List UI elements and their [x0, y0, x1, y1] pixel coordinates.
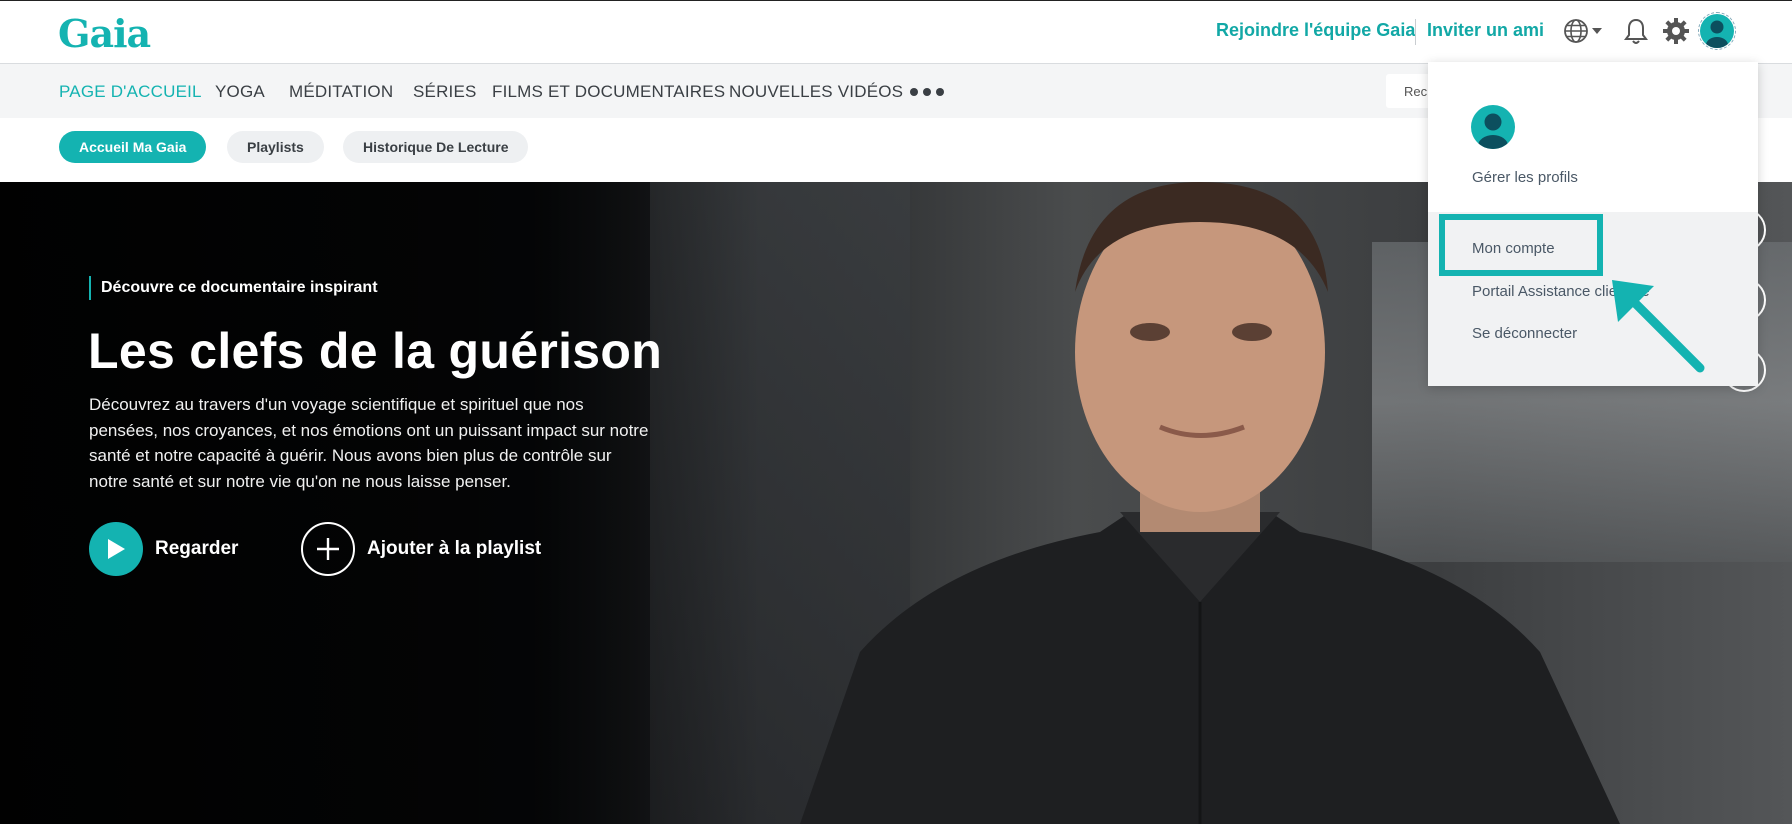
highlight-box [1439, 214, 1603, 276]
caret-down-icon[interactable] [1590, 15, 1604, 47]
nav-item-series[interactable]: SÉRIES [413, 82, 477, 102]
add-to-playlist-button[interactable]: Ajouter à la playlist [301, 522, 541, 576]
gaia-logo[interactable]: Gaia [58, 11, 151, 56]
plus-icon[interactable] [301, 522, 355, 576]
watch-label[interactable]: Regarder [155, 538, 238, 560]
pill-watch-history[interactable]: Historique De Lecture [343, 131, 529, 163]
hero-title: Les clefs de la guérison [88, 323, 663, 379]
header-divider [1415, 19, 1416, 45]
nav-item-meditation[interactable]: MÉDITATION [289, 82, 393, 102]
nav-item-home[interactable]: PAGE D'ACCUEIL [59, 82, 202, 102]
menu-item-logout[interactable]: Se déconnecter [1472, 325, 1577, 342]
hero-description: Découvrez au travers d'un voyage scienti… [89, 395, 649, 491]
nav-item-films[interactable]: FILMS ET DOCUMENTAIRES [492, 82, 725, 102]
more-icon[interactable] [910, 80, 944, 96]
nav-item-new-videos[interactable]: NOUVELLES VIDÉOS [729, 82, 903, 102]
nav-item-yoga[interactable]: YOGA [215, 82, 265, 102]
hero-eyebrow: Découvre ce documentaire inspirant [89, 276, 378, 300]
bell-icon[interactable] [1620, 15, 1652, 47]
pill-playlists[interactable]: Playlists [227, 131, 324, 163]
watch-button[interactable]: Regarder [89, 522, 238, 576]
play-icon[interactable] [89, 522, 143, 576]
pill-my-gaia[interactable]: Accueil Ma Gaia [59, 131, 207, 163]
avatar-icon[interactable] [1698, 12, 1736, 50]
add-to-playlist-label[interactable]: Ajouter à la playlist [367, 538, 541, 560]
manage-profiles-link[interactable]: Gérer les profils [1472, 169, 1578, 186]
top-bar: Gaia Rejoindre l'équipe Gaia Inviter un … [0, 0, 1792, 64]
join-team-link[interactable]: Rejoindre l'équipe Gaia [1216, 20, 1415, 41]
annotation-arrow-icon [1612, 280, 1705, 373]
gear-icon[interactable] [1660, 15, 1692, 47]
globe-icon[interactable] [1560, 15, 1592, 47]
profile-avatar-icon[interactable] [1471, 105, 1515, 149]
invite-friend-link[interactable]: Inviter un ami [1427, 20, 1544, 41]
dropdown-profile-section: Gérer les profils [1428, 62, 1758, 212]
